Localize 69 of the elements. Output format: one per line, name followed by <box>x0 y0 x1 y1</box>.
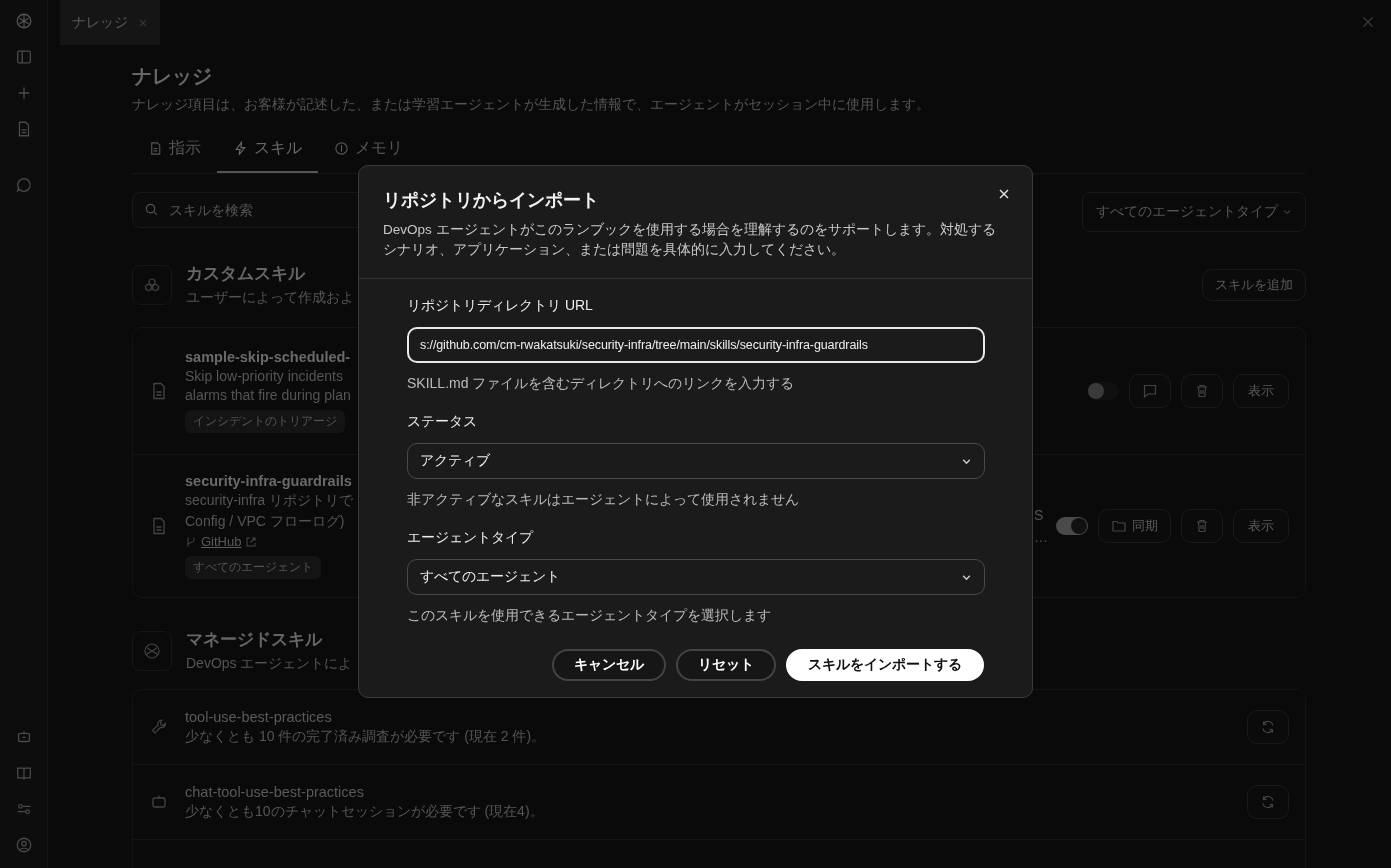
view-button[interactable]: 表示 <box>1233 509 1289 543</box>
refresh-button[interactable] <box>1247 710 1289 744</box>
refresh-icon <box>1260 794 1276 810</box>
sync-button[interactable]: 同期 <box>1098 509 1171 543</box>
logo-icon <box>132 630 172 671</box>
dialog-button[interactable]: キャンセル <box>552 649 666 681</box>
dialog-button[interactable]: リセット <box>676 649 776 681</box>
skill-name[interactable]: tool-use-best-practices <box>185 708 332 725</box>
page-title: ナレッジ <box>132 64 213 89</box>
external-link-icon <box>245 535 258 548</box>
dialog-description: DevOps エージェントがこのランブックを使用する場合を理解するのをサポートします。対処するシナリオ、アプリケーション、または問題を具体的に入力してください。 <box>383 221 997 259</box>
skill-description: alarms that fire during plan <box>185 387 351 403</box>
chat-icon[interactable] <box>14 176 33 194</box>
delete-button[interactable] <box>1181 509 1223 543</box>
comment-button[interactable] <box>1129 374 1171 408</box>
delete-button[interactable] <box>1181 374 1223 408</box>
github-link[interactable]: GitHub <box>201 534 242 549</box>
logo-icon[interactable] <box>14 12 33 30</box>
bolt-icon <box>233 141 248 156</box>
section-title: マネージドスキル <box>186 629 322 651</box>
refresh-button[interactable] <box>1247 785 1289 819</box>
cubes-icon <box>132 264 172 305</box>
skill-name[interactable]: security-infra-guardrails <box>185 473 352 489</box>
field-hint: このスキルを使用できるエージェントタイプを選択します <box>407 607 772 625</box>
tab[interactable]: メモリ <box>318 138 419 173</box>
skill-description: Skip low-priority incidents <box>185 368 343 384</box>
description-fragment: S <box>1034 507 1045 523</box>
skill-description: Config / VPC フローログ) <box>185 513 345 531</box>
field-label: エージェントタイプ <box>407 529 535 547</box>
dropdown[interactable]: アクティブ <box>407 443 985 479</box>
user-icon[interactable] <box>14 836 33 854</box>
toggle-switch[interactable] <box>1056 517 1088 535</box>
add-skill-button[interactable]: スキルを追加 <box>1202 268 1306 301</box>
description-fragment: … <box>1034 529 1048 545</box>
search-icon <box>144 202 159 217</box>
tab[interactable]: 指示 <box>132 138 217 173</box>
tab[interactable]: スキル <box>217 138 318 173</box>
comment-icon <box>1142 383 1158 399</box>
agent-type-dropdown[interactable]: すべてのエージェントタイプ <box>1082 192 1306 232</box>
dialog-title: リポジトリからインポート <box>383 189 599 212</box>
field-label: ステータス <box>407 413 478 431</box>
field-label: リポジトリディレクトリ URL <box>407 297 594 315</box>
skill-name[interactable]: chat-tool-use-best-practices <box>185 783 364 800</box>
refresh-icon <box>1260 719 1276 735</box>
trash-icon <box>1194 383 1210 399</box>
sidebar-toggle-icon[interactable] <box>14 48 33 66</box>
skill-description: security-infra リポジトリで <box>185 492 354 510</box>
skill-description: 少なくとも10のチャットセッションが必要です (現在4)。 <box>185 802 544 821</box>
branch-icon <box>185 535 197 548</box>
toggle-switch[interactable] <box>1087 382 1119 400</box>
dialog-button[interactable]: スキルをインポートする <box>786 649 984 681</box>
field-hint: SKILL.md ファイルを含むディレクトリへのリンクを入力する <box>407 375 796 393</box>
chevron-icon <box>1282 207 1292 217</box>
document-icon <box>148 141 163 156</box>
folder-icon <box>1111 518 1127 534</box>
section-subtitle: DevOps エージェントによ <box>186 655 353 673</box>
skill-name[interactable]: sample-skip-scheduled- <box>185 349 351 365</box>
skill-description: 少なくとも 10 件の完了済み調査が必要です (現在 2 件)。 <box>185 727 546 746</box>
page-subtitle: ナレッジ項目は、お客様が記述した、または学習エージェントが生成した情報で、エージェントがセッション中に使用します。 <box>132 96 931 114</box>
section-title: カスタムスキル <box>186 263 305 285</box>
view-button[interactable]: 表示 <box>1233 374 1289 408</box>
dropdown[interactable]: すべてのエージェント <box>407 559 985 595</box>
book-icon[interactable] <box>14 764 33 782</box>
document-tab[interactable]: ナレッジ <box>60 0 160 45</box>
trash-icon <box>1194 518 1210 534</box>
circle-icon <box>334 141 349 156</box>
section-subtitle: ユーザーによって作成およ <box>186 289 354 307</box>
field-hint: 非アクティブなスキルはエージェントによって使用されません <box>407 491 800 509</box>
url-field[interactable]: s://github.com/cm-rwakatsuki/security-infra/tree/main/skills/security-infra-guardrails <box>407 327 985 363</box>
